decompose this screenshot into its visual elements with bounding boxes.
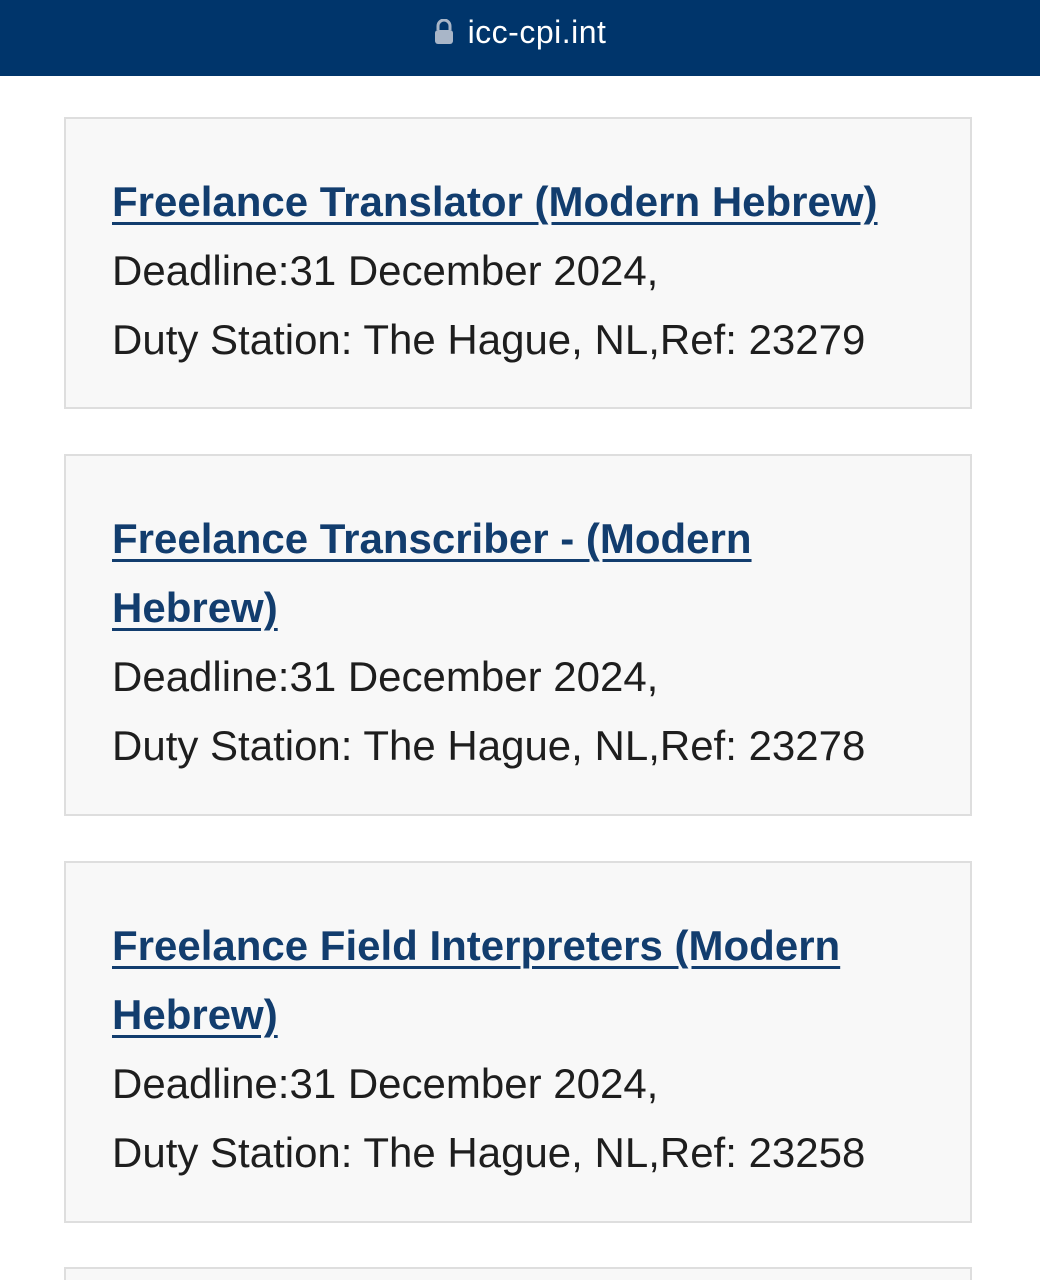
job-duty-station: Duty Station: The Hague, NL,Ref: 23279 xyxy=(112,316,866,363)
job-card: Freelance Translator (Modern Hebrew) Dea… xyxy=(64,117,972,409)
job-card-partial xyxy=(64,1267,972,1280)
url-text: icc-cpi.int xyxy=(467,14,607,50)
job-title-line: Hebrew) xyxy=(112,991,278,1038)
job-deadline: Deadline:31 December 2024, xyxy=(112,653,659,700)
job-title-line: Freelance Field Interpreters (Modern xyxy=(112,922,841,969)
job-title-link[interactable]: Freelance Translator (Modern Hebrew) xyxy=(112,167,950,236)
job-title-line: Freelance Transcriber - (Modern xyxy=(112,515,752,562)
job-title-link[interactable]: Freelance Transcriber - (Modern Hebrew) xyxy=(112,504,950,642)
job-deadline: Deadline:31 December 2024, xyxy=(112,1060,659,1107)
job-card: Freelance Field Interpreters (Modern Heb… xyxy=(64,861,972,1223)
lock-icon xyxy=(434,14,454,54)
browser-address-bar[interactable]: icc-cpi.int xyxy=(0,0,1040,76)
job-duty-station: Duty Station: The Hague, NL,Ref: 23258 xyxy=(112,1129,866,1176)
job-duty-station: Duty Station: The Hague, NL,Ref: 23278 xyxy=(112,722,866,769)
job-title-link[interactable]: Freelance Field Interpreters (Modern Heb… xyxy=(112,911,950,1049)
job-title-line: Hebrew) xyxy=(112,584,278,631)
job-deadline: Deadline:31 December 2024, xyxy=(112,247,659,294)
url-display[interactable]: icc-cpi.int xyxy=(0,12,1040,54)
job-card: Freelance Transcriber - (Modern Hebrew) … xyxy=(64,454,972,816)
